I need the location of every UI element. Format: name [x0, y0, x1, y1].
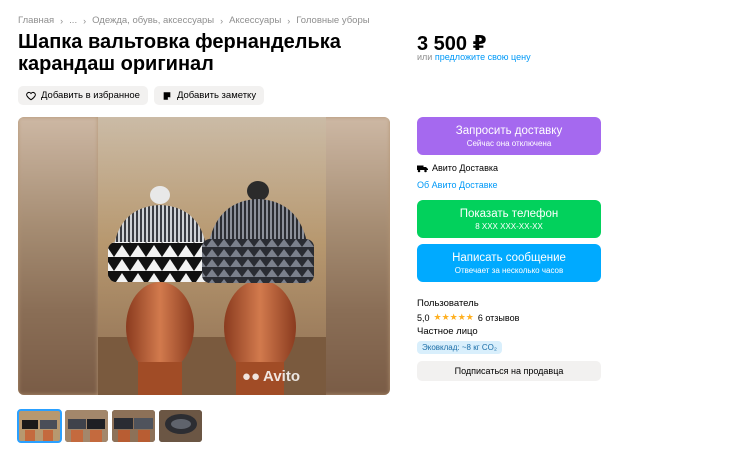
chevron-right-icon: › [287, 15, 291, 26]
thumbnail-strip [17, 409, 202, 443]
breadcrumb-item[interactable]: Главная [18, 15, 54, 26]
rating-value: 5,0 [417, 312, 430, 323]
request-delivery-button[interactable]: Запросить доставку Сейчас она отключена [417, 117, 601, 155]
gallery-backdrop-left [18, 117, 98, 395]
thumbnail-image [159, 410, 202, 442]
chevron-right-icon: › [83, 15, 87, 26]
request-delivery-label: Запросить доставку [455, 124, 563, 137]
write-message-button[interactable]: Написать сообщение Отвечает за несколько… [417, 244, 601, 282]
subscribe-seller-button[interactable]: Подписаться на продавца [417, 361, 601, 381]
thumbnail[interactable] [65, 410, 108, 442]
thumbnail[interactable] [159, 410, 202, 442]
hats-photo-image [98, 117, 326, 395]
price-or-text: или [417, 52, 433, 62]
seller-info: Пользователь 5,0 ★★★★★ 6 отзывов Частное… [417, 298, 519, 354]
listing-title: Шапка вальтовка фернанделька карандаш ор… [18, 31, 341, 75]
thumbnail[interactable] [112, 410, 155, 442]
seller-type: Частное лицо [417, 326, 478, 337]
show-phone-button[interactable]: Показать телефон 8 XXX XXX-XX-XX [417, 200, 601, 238]
seller-name[interactable]: Пользователь [417, 298, 519, 309]
watermark-text: Avito [263, 368, 300, 385]
photo-gallery[interactable]: ●● Avito [18, 117, 390, 395]
avito-logo-icon: ●● [241, 368, 261, 385]
breadcrumb-item[interactable]: Аксессуары [229, 15, 281, 26]
thumbnail-image [18, 410, 61, 442]
offer-price-link[interactable]: предложите свою цену [435, 52, 531, 62]
response-time-label: Отвечает за несколько часов [454, 265, 564, 275]
breadcrumb-item[interactable]: ... [69, 15, 77, 26]
listing-actions: Добавить в избранное Добавить заметку [18, 86, 265, 105]
thumbnail[interactable] [17, 409, 62, 443]
phone-masked: 8 XXX XXX-XX-XX [475, 221, 543, 231]
main-photo[interactable] [98, 117, 326, 395]
breadcrumb-item[interactable]: Головные уборы [296, 15, 369, 26]
breadcrumb-item[interactable]: Одежда, обувь, аксессуары [92, 15, 214, 26]
show-phone-label: Показать телефон [459, 207, 559, 220]
heart-icon [26, 91, 36, 100]
chevron-right-icon: › [60, 15, 64, 26]
avito-watermark: ●● Avito [242, 368, 300, 385]
seller-rating: 5,0 ★★★★★ 6 отзывов [417, 312, 519, 323]
add-note-button[interactable]: Добавить заметку [153, 86, 265, 105]
avito-delivery-text: Авито Доставка [432, 163, 498, 173]
chevron-right-icon: › [220, 15, 224, 26]
breadcrumb: Главная › ... › Одежда, обувь, аксессуар… [18, 15, 370, 26]
add-note-label: Добавить заметку [176, 90, 257, 101]
write-message-label: Написать сообщение [452, 251, 566, 264]
truck-icon [417, 165, 428, 172]
eco-badge[interactable]: Эковклад: ~8 кг CO₂ [417, 341, 502, 354]
reviews-link[interactable]: 6 отзывов [478, 313, 520, 323]
price-offer-line: или предложите свою цену [417, 52, 531, 62]
thumbnail-image [112, 410, 155, 442]
add-to-favorites-button[interactable]: Добавить в избранное [18, 86, 148, 105]
thumbnail-image [65, 410, 108, 442]
add-to-favorites-label: Добавить в избранное [41, 90, 140, 101]
avito-delivery-label: Авито Доставка [417, 163, 498, 173]
star-rating-icon: ★★★★★ [433, 312, 474, 322]
about-delivery-link[interactable]: Об Авито Доставке [417, 180, 498, 190]
request-delivery-sublabel: Сейчас она отключена [466, 138, 552, 148]
note-icon [163, 91, 171, 100]
